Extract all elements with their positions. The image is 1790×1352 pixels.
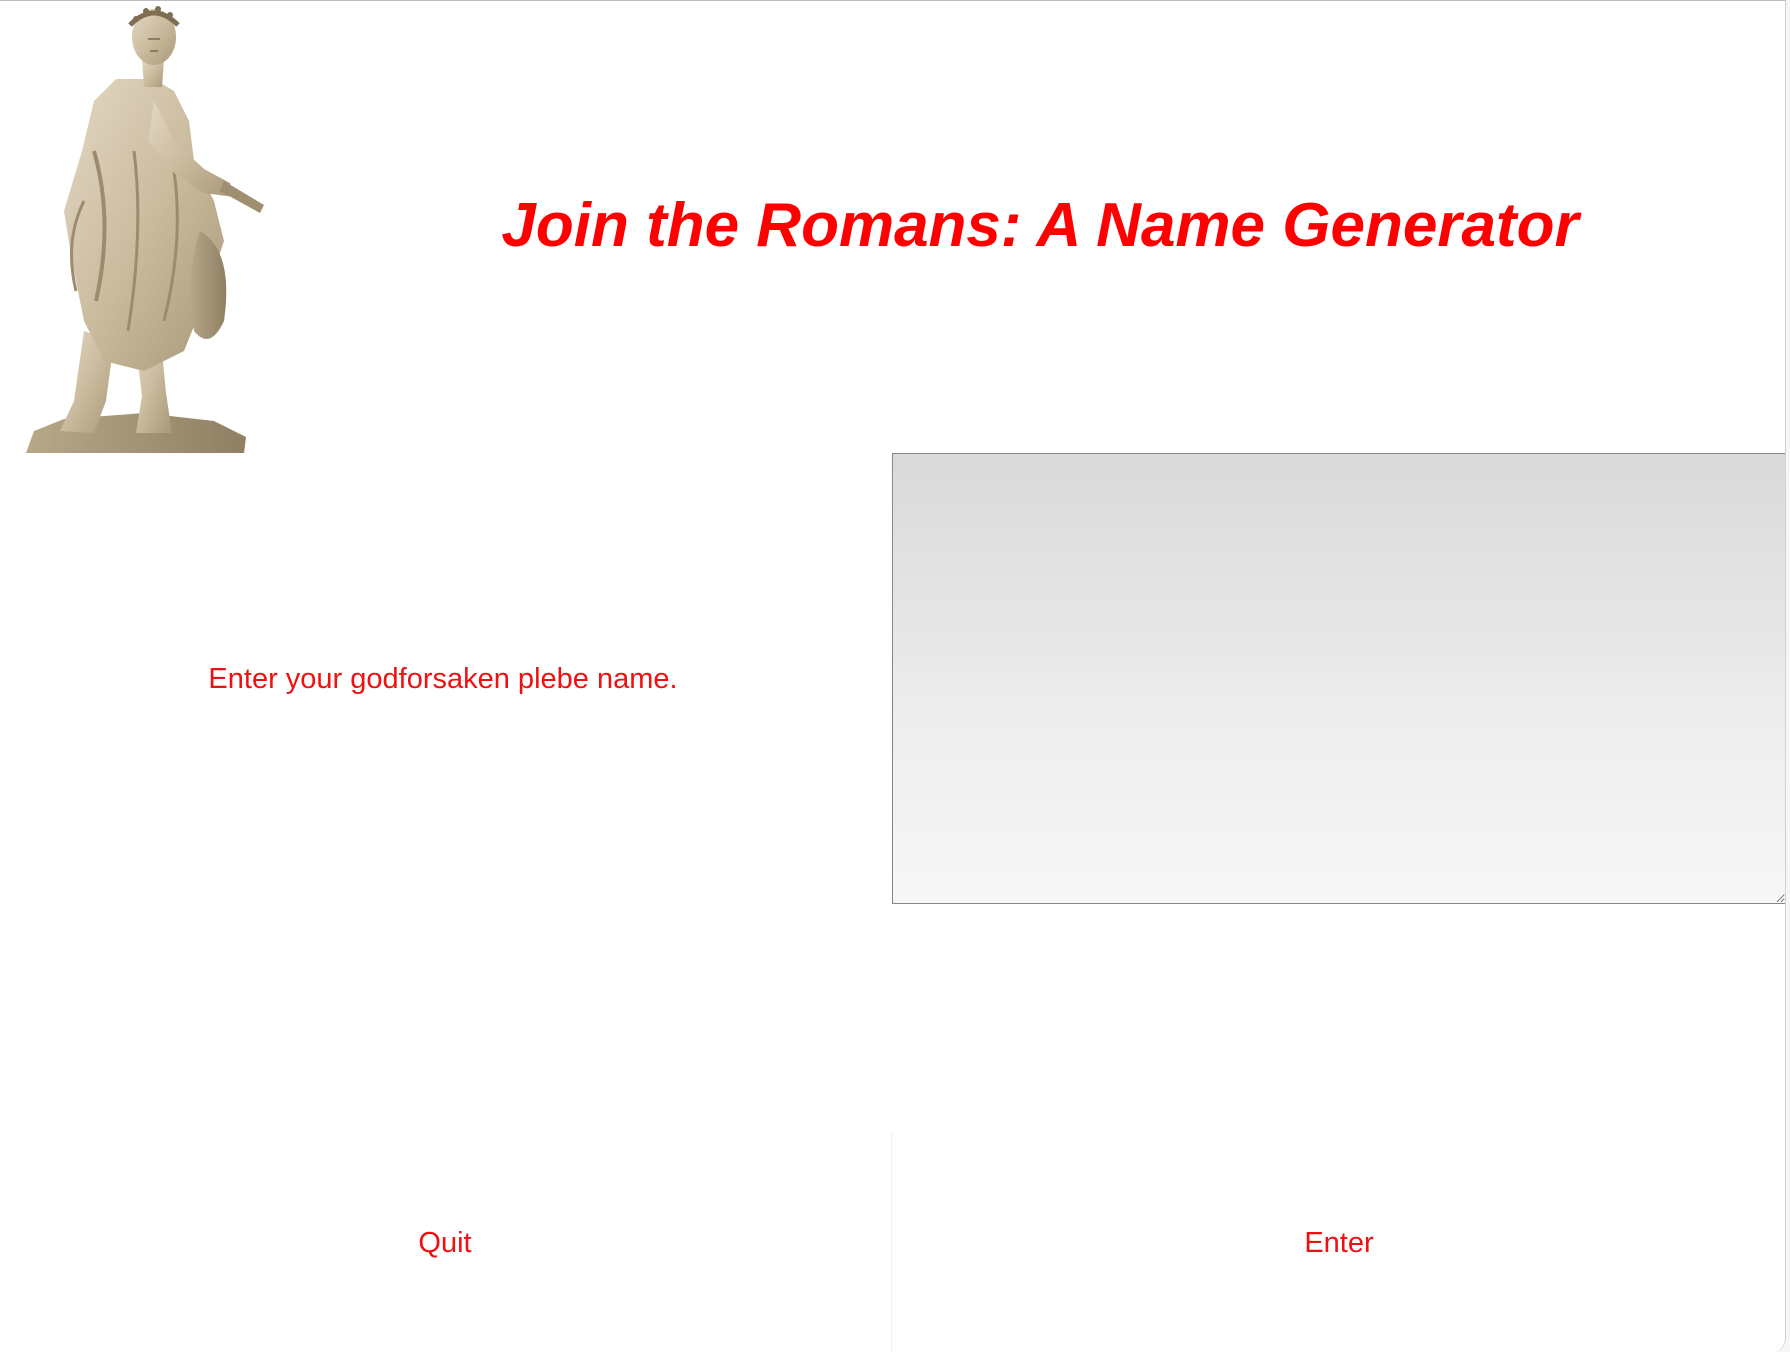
app-window: Join the Romans: A Name Generator Enter … [0, 0, 1786, 1352]
enter-button[interactable]: Enter [891, 1133, 1785, 1352]
roman-statue-image [26, 6, 264, 453]
name-prompt-label: Enter your godforsaken plebe name. [208, 663, 678, 695]
screen: d e e r [0, 0, 1790, 1352]
page-title: Join the Romans: A Name Generator [501, 191, 1579, 260]
quit-button[interactable]: Quit [0, 1133, 890, 1352]
name-input[interactable] [892, 453, 1785, 904]
